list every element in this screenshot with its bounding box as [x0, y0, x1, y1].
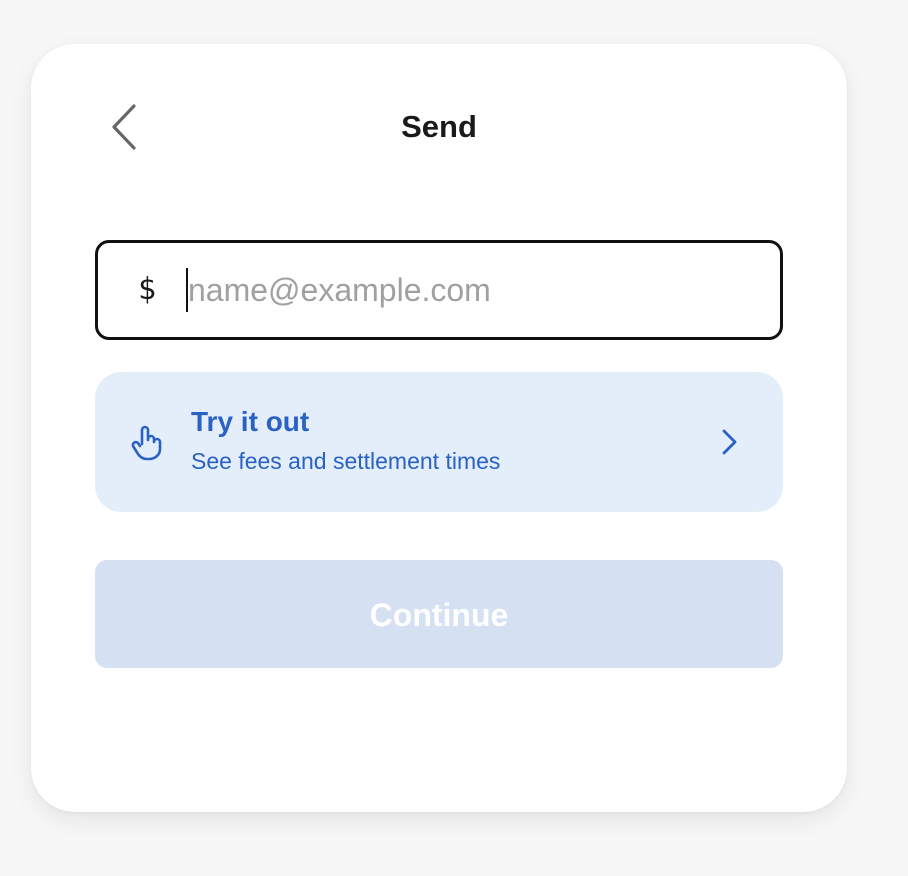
- chevron-left-icon: [112, 104, 136, 150]
- header: Send: [31, 100, 847, 154]
- text-caret: [186, 268, 188, 312]
- back-button[interactable]: [101, 100, 149, 154]
- currency-symbol: $: [138, 272, 157, 307]
- try-it-out-card[interactable]: Try it out See fees and settlement times: [95, 372, 783, 512]
- page-title: Send: [31, 100, 847, 154]
- try-card-title: Try it out: [191, 406, 310, 437]
- hand-pointer-icon: [131, 425, 162, 461]
- recipient-input[interactable]: [186, 243, 768, 337]
- try-card-subtitle: See fees and settlement times: [191, 448, 501, 474]
- amount-input-box[interactable]: $: [95, 240, 783, 340]
- chevron-right-icon: [722, 429, 737, 455]
- send-card: Send $ Try it out See fees and settlemen…: [31, 44, 847, 812]
- page-title-text: Send: [401, 109, 477, 144]
- continue-button[interactable]: Continue: [95, 560, 783, 668]
